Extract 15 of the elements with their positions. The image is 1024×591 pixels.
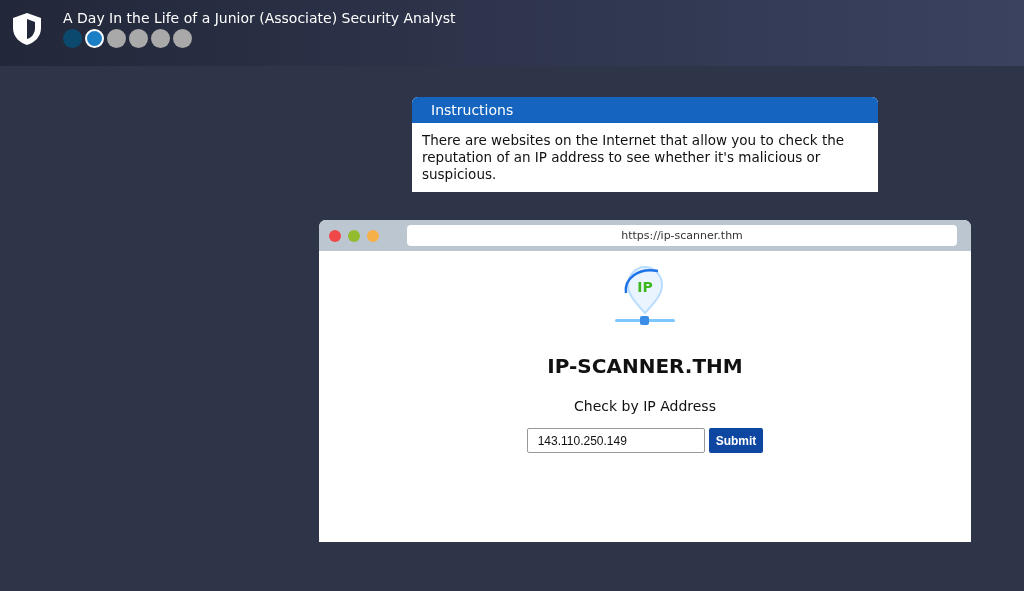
panel-title: Instructions — [412, 97, 878, 123]
progress-step[interactable] — [151, 29, 170, 48]
form-label: Check by IP Address — [574, 398, 716, 414]
progress-step[interactable] — [129, 29, 148, 48]
progress-step[interactable] — [107, 29, 126, 48]
shield-icon — [10, 11, 44, 47]
room-title: A Day In the Life of a Junior (Associate) Security Analyst — [63, 10, 456, 26]
site-title: IP-SCANNER.THM — [547, 354, 743, 378]
progress-step[interactable] — [85, 29, 104, 48]
progress-step[interactable] — [173, 29, 192, 48]
instructions-text: There are websites on the Internet that allow you to check the reputation of an IP address to see whether it's malicious or suspicious. — [421, 131, 846, 184]
submit-button[interactable]: Submit — [708, 428, 764, 453]
address-bar[interactable]: https://ip-scanner.thm — [407, 225, 957, 246]
ip-logo: IP — [610, 261, 680, 329]
ip-input-field[interactable]: 143.110.250.149 — [526, 428, 705, 453]
